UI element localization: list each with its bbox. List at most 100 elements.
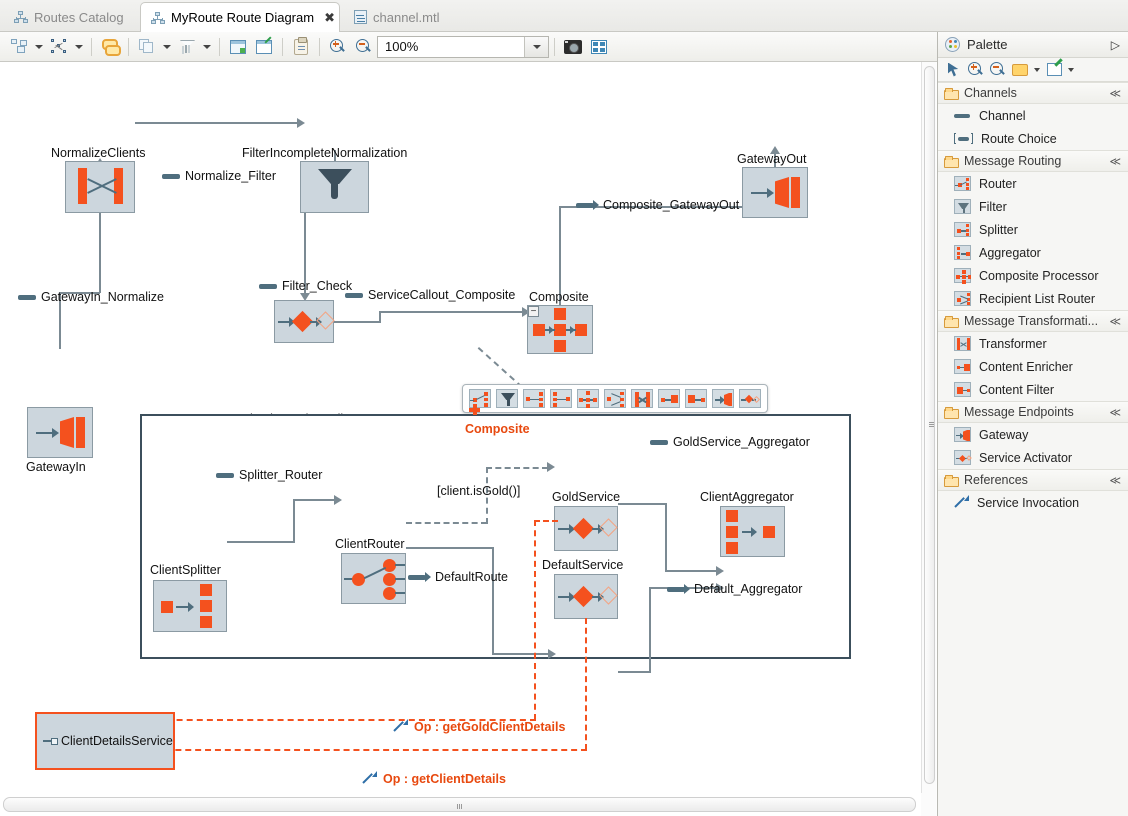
edge-goldservice-aggregator-label: GoldService_Aggregator xyxy=(650,435,810,449)
popup-aggregator-icon[interactable] xyxy=(550,389,572,408)
diagram-canvas[interactable]: NormalizeClients FilterIncompleteNormali… xyxy=(0,62,921,793)
popup-recipient-list-router-icon[interactable] xyxy=(604,389,626,408)
palette-annotate-dropdown[interactable] xyxy=(1066,60,1076,80)
palette-note-dropdown[interactable] xyxy=(1032,60,1042,80)
edit-diagram-button[interactable] xyxy=(251,35,277,59)
palette-item-composite-processor[interactable]: Composite Processor xyxy=(938,264,1128,287)
client-router-node[interactable] xyxy=(341,553,406,604)
gateway-in-node[interactable] xyxy=(27,407,93,458)
palette-group-message-transformation[interactable]: Message Transformati... ≪ xyxy=(938,310,1128,332)
palette-item-splitter[interactable]: Splitter xyxy=(938,218,1128,241)
palette-item-filter[interactable]: Filter xyxy=(938,195,1128,218)
palette-item-gateway[interactable]: Gateway xyxy=(938,423,1128,446)
op-label-text: Op : getGoldClientDetails xyxy=(414,719,566,734)
popup-content-filter-icon[interactable] xyxy=(685,389,707,408)
collapse-icon[interactable]: ≪ xyxy=(1109,406,1121,419)
palette-group-message-routing[interactable]: Message Routing ≪ xyxy=(938,150,1128,172)
client-aggregator-node[interactable] xyxy=(720,506,785,557)
palette-annotate-tool[interactable] xyxy=(1044,58,1064,80)
palette-item-label: Service Activator xyxy=(979,450,1073,465)
palette-zoom-in-tool[interactable] xyxy=(966,60,986,80)
default-service-node[interactable] xyxy=(554,574,618,619)
copy-appearance-dropdown[interactable] xyxy=(160,35,174,59)
palette-select-tool[interactable] xyxy=(944,60,964,80)
popup-element-palette[interactable] xyxy=(462,384,768,413)
zoom-in-button[interactable] xyxy=(325,35,351,59)
composite-anchor-handle[interactable] xyxy=(469,404,480,415)
filter-diagram-dropdown[interactable] xyxy=(200,35,214,59)
select-elements-dropdown[interactable] xyxy=(72,35,86,59)
edge-splitter-router-label: Splitter_Router xyxy=(216,468,322,482)
palette-group-references[interactable]: References ≪ xyxy=(938,469,1128,491)
palette-item-channel[interactable]: Channel xyxy=(938,104,1128,127)
gateway-icon xyxy=(28,408,92,457)
client-splitter-node[interactable] xyxy=(153,580,227,632)
popup-filter-icon[interactable] xyxy=(496,389,518,408)
client-details-service-node[interactable]: ClientDetailsService xyxy=(35,712,175,770)
normalize-clients-node[interactable] xyxy=(65,161,135,213)
palette-item-content-filter[interactable]: Content Filter xyxy=(938,378,1128,401)
filter-diagram-button[interactable] xyxy=(174,35,200,59)
arrange-shapes-button[interactable] xyxy=(6,35,32,59)
snapshot-button[interactable] xyxy=(560,35,586,59)
palette-zoom-out-tool[interactable] xyxy=(988,60,1008,80)
chevron-down-icon[interactable] xyxy=(524,36,548,57)
gateway-out-node[interactable] xyxy=(742,167,808,218)
close-icon[interactable]: ✖ xyxy=(324,10,335,26)
edge-arrow xyxy=(297,118,305,128)
copy-appearance-button[interactable] xyxy=(134,35,160,59)
composite-container-title: Composite xyxy=(465,422,530,436)
select-elements-button[interactable] xyxy=(46,35,72,59)
canvas-horizontal-scrollbar[interactable] xyxy=(0,793,921,816)
zoom-level-combobox[interactable]: 100% xyxy=(377,35,549,58)
tab-routes-catalog[interactable]: Routes Catalog xyxy=(4,2,134,32)
palette-group-channels[interactable]: Channels ≪ xyxy=(938,82,1128,104)
filter-incomplete-normalization-node[interactable] xyxy=(300,161,369,213)
expand-palette-icon[interactable]: ▷ xyxy=(1111,38,1120,52)
paste-button[interactable] xyxy=(288,35,314,59)
scrollbar-thumb[interactable] xyxy=(3,797,916,812)
arrange-layout-button[interactable] xyxy=(586,35,612,59)
scrollbar-thumb[interactable] xyxy=(924,66,935,784)
popup-splitter-icon[interactable] xyxy=(523,389,545,408)
popup-transformer-icon[interactable] xyxy=(631,389,653,408)
palette-note-tool[interactable] xyxy=(1010,60,1030,80)
arrange-shapes-dropdown[interactable] xyxy=(32,35,46,59)
popup-composite-processor-icon[interactable] xyxy=(577,389,599,408)
palette-item-route-choice[interactable]: Route Choice xyxy=(938,127,1128,150)
canvas-vertical-scrollbar[interactable] xyxy=(921,62,936,793)
check-servicecallout-node[interactable] xyxy=(274,300,335,343)
palette-group-label: References xyxy=(964,473,1028,487)
tab-channel-mtl[interactable]: channel.mtl xyxy=(344,2,464,32)
edge-arrow xyxy=(547,462,555,472)
refresh-diagram-button[interactable] xyxy=(97,35,123,59)
palette-item-content-enricher[interactable]: Content Enricher xyxy=(938,355,1128,378)
pencil-note-icon xyxy=(1046,58,1063,76)
default-service-label: DefaultService xyxy=(542,558,624,572)
collapse-icon[interactable]: ≪ xyxy=(1109,155,1121,168)
popup-service-activator-icon[interactable] xyxy=(739,389,761,408)
channel-arrow-icon xyxy=(576,200,599,210)
gold-service-node[interactable] xyxy=(554,506,618,551)
composite-collapse-toggle[interactable]: − xyxy=(528,306,539,317)
palette-item-service-activator[interactable]: Service Activator xyxy=(938,446,1128,469)
palette-group-message-endpoints[interactable]: Message Endpoints ≪ xyxy=(938,401,1128,423)
popup-gateway-icon[interactable] xyxy=(712,389,734,408)
edge-line xyxy=(406,547,494,549)
zoom-out-button[interactable] xyxy=(351,35,377,59)
service-activator-icon xyxy=(954,450,972,465)
popup-content-enricher-icon[interactable] xyxy=(658,389,680,408)
channel-line-icon xyxy=(259,283,277,289)
palette-item-transformer[interactable]: Transformer xyxy=(938,332,1128,355)
collapse-icon[interactable]: ≪ xyxy=(1109,315,1121,328)
open-in-new-window-button[interactable] xyxy=(225,35,251,59)
splitter-icon xyxy=(954,222,971,237)
palette-item-router[interactable]: Router xyxy=(938,172,1128,195)
palette-item-service-invocation[interactable]: Service Invocation xyxy=(938,491,1128,514)
edge-gatewayin-normalize-label: GatewayIn_Normalize xyxy=(18,290,164,304)
palette-item-recipient-list-router[interactable]: Recipient List Router xyxy=(938,287,1128,310)
collapse-icon[interactable]: ≪ xyxy=(1109,474,1121,487)
palette-item-aggregator[interactable]: Aggregator xyxy=(938,241,1128,264)
collapse-icon[interactable]: ≪ xyxy=(1109,87,1121,100)
tab-myroute-route-diagram[interactable]: MyRoute Route Diagram ✖ xyxy=(140,2,340,32)
